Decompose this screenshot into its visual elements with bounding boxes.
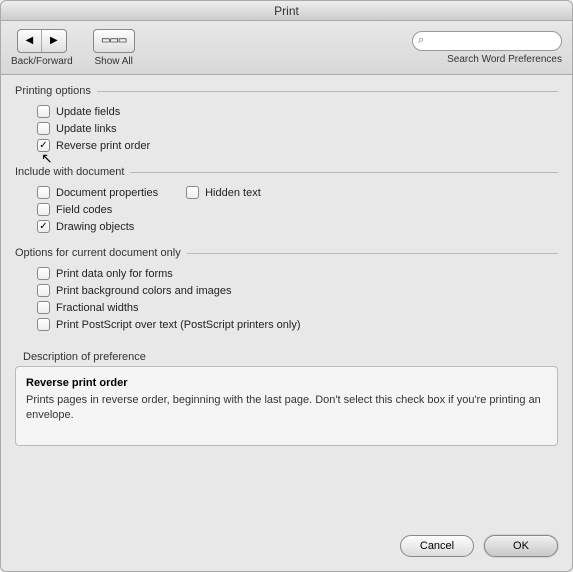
content-area: Printing options Update fields Update li… <box>1 75 572 525</box>
update-fields-checkbox[interactable]: Update fields <box>37 105 558 118</box>
search-label: Search Word Preferences <box>447 54 562 65</box>
description-box: Reverse print order Prints pages in reve… <box>15 366 558 446</box>
document-properties-checkbox[interactable]: Document properties <box>37 186 158 199</box>
toolbar: ◀ ▶ Back/Forward ▭▭▭ Show All ⌕ Search W… <box>1 21 572 75</box>
back-button[interactable]: ◀ <box>18 30 42 52</box>
checkbox-label: Document properties <box>56 187 158 199</box>
cancel-button[interactable]: Cancel <box>400 535 474 557</box>
section-title: Include with document <box>15 166 558 178</box>
show-all-group: ▭▭▭ Show All <box>93 29 135 67</box>
show-all-label: Show All <box>95 56 133 67</box>
show-all-button[interactable]: ▭▭▭ <box>93 29 135 53</box>
update-links-checkbox[interactable]: Update links <box>37 122 558 135</box>
forward-button[interactable]: ▶ <box>42 30 66 52</box>
back-forward-label: Back/Forward <box>11 56 73 67</box>
search-icon: ⌕ <box>418 34 424 47</box>
fractional-widths-checkbox[interactable]: Fractional widths <box>37 301 558 314</box>
section-title: Options for current document only <box>15 247 558 259</box>
drawing-objects-checkbox[interactable]: ✓ Drawing objects <box>37 220 558 233</box>
options-current-doc-section: Options for current document only Print … <box>15 247 558 331</box>
checkbox-label: Reverse print order <box>56 140 150 152</box>
search-input[interactable] <box>433 32 555 50</box>
description-body: Prints pages in reverse order, beginning… <box>26 393 547 424</box>
window-title: Print <box>274 4 299 18</box>
cursor-icon: ↖ <box>41 150 53 167</box>
field-codes-checkbox[interactable]: Field codes <box>37 203 558 216</box>
checkbox-label: Field codes <box>56 204 112 216</box>
checkbox-label: Fractional widths <box>56 302 139 314</box>
back-forward-group: ◀ ▶ Back/Forward <box>11 29 73 67</box>
ok-button[interactable]: OK <box>484 535 558 557</box>
show-all-icon: ▭▭▭ <box>101 35 126 46</box>
checkbox-label: Update links <box>56 123 117 135</box>
back-forward-segmented: ◀ ▶ <box>17 29 67 53</box>
footer: Cancel OK <box>1 525 572 571</box>
checkbox-label: Hidden text <box>205 187 261 199</box>
print-postscript-checkbox[interactable]: Print PostScript over text (PostScript p… <box>37 318 558 331</box>
description-section: Description of preference Reverse print … <box>15 351 558 446</box>
checkbox-label: Print data only for forms <box>56 268 173 280</box>
search-group: ⌕ Search Word Preferences <box>412 31 562 65</box>
checkbox-icon <box>37 122 50 135</box>
print-bg-colors-checkbox[interactable]: Print background colors and images <box>37 284 558 297</box>
checkbox-icon <box>37 301 50 314</box>
checkbox-icon <box>37 105 50 118</box>
print-preferences-window: Print ◀ ▶ Back/Forward ▭▭▭ Show All ⌕ Se… <box>0 0 573 572</box>
description-heading: Reverse print order <box>26 377 547 389</box>
include-with-document-section: Include with document Document propertie… <box>15 166 558 233</box>
checkbox-icon: ✓ <box>37 220 50 233</box>
hidden-text-checkbox[interactable]: Hidden text <box>186 186 261 199</box>
titlebar: Print <box>1 1 572 21</box>
checkbox-icon <box>186 186 199 199</box>
description-section-title: Description of preference <box>15 351 558 363</box>
reverse-print-order-checkbox[interactable]: ✓ Reverse print order ↖ <box>37 139 558 152</box>
printing-options-section: Printing options Update fields Update li… <box>15 85 558 152</box>
checkbox-label: Update fields <box>56 106 120 118</box>
checkbox-label: Print background colors and images <box>56 285 231 297</box>
triangle-left-icon: ◀ <box>25 35 33 46</box>
checkbox-icon <box>37 203 50 216</box>
checkbox-icon: ✓ <box>37 139 50 152</box>
search-field-container: ⌕ <box>412 31 562 51</box>
checkbox-icon <box>37 186 50 199</box>
section-title: Printing options <box>15 85 558 97</box>
checkbox-icon <box>37 284 50 297</box>
checkbox-label: Print PostScript over text (PostScript p… <box>56 319 301 331</box>
checkbox-icon <box>37 318 50 331</box>
checkbox-label: Drawing objects <box>56 221 134 233</box>
checkbox-icon <box>37 267 50 280</box>
triangle-right-icon: ▶ <box>50 35 58 46</box>
print-data-forms-checkbox[interactable]: Print data only for forms <box>37 267 558 280</box>
